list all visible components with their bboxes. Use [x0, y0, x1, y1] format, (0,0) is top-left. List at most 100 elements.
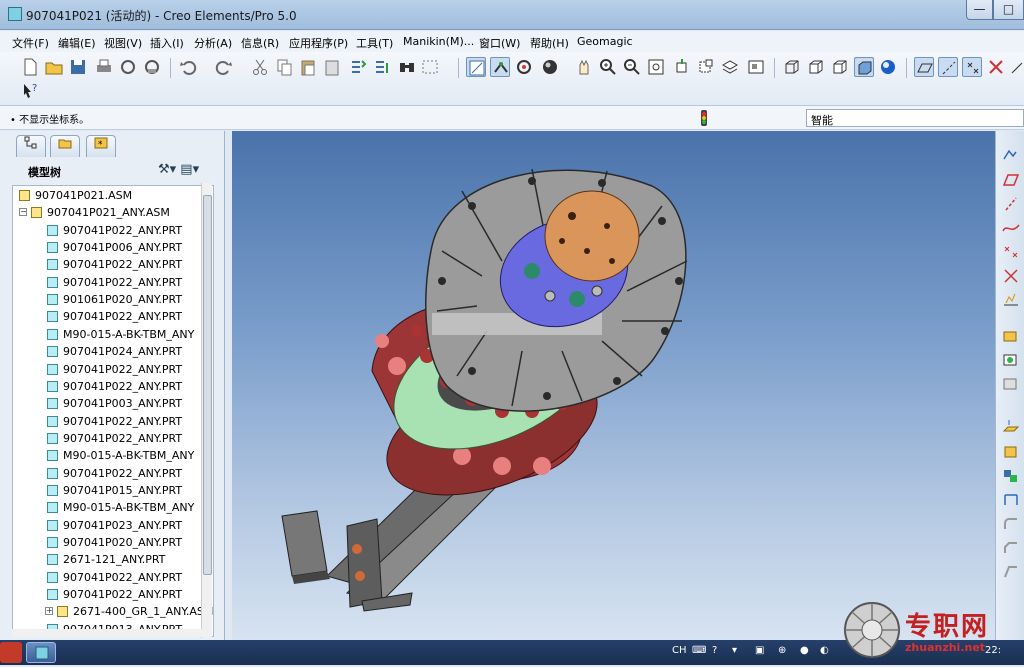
hole-icon[interactable] [1001, 491, 1021, 509]
tray-app-icon-3[interactable]: ● [800, 645, 809, 656]
tray-app-icon-1[interactable]: ▣ [755, 645, 764, 656]
system-clock[interactable]: 22: [985, 645, 1001, 656]
tree-item[interactable]: 907041P022_ANY.PRT [13, 413, 213, 430]
tree-item[interactable]: 907041P003_ANY.PRT [13, 395, 213, 412]
repeat-component-icon[interactable] [1001, 375, 1021, 393]
tree-expander-icon[interactable]: + [45, 607, 53, 616]
select-box-icon[interactable] [420, 57, 440, 77]
zoom-in-icon[interactable] [598, 57, 618, 77]
tree-item[interactable]: 907041P022_ANY.PRT [13, 465, 213, 482]
repaint-icon[interactable] [466, 57, 486, 77]
redo-icon[interactable] [214, 57, 234, 77]
regenerate-manager-icon[interactable] [372, 57, 392, 77]
assembly-3d-model[interactable] [232, 131, 995, 640]
tree-vertical-scrollbar[interactable] [201, 183, 212, 638]
tray-app-icon-2[interactable]: ⊕ [778, 645, 786, 656]
menu-edit[interactable]: 编辑(E) [58, 35, 96, 51]
extrude-icon[interactable] [1001, 419, 1021, 437]
tree-item[interactable]: 907041P021.ASM [13, 187, 213, 204]
datum-axes-icon[interactable] [938, 57, 958, 77]
tree-item[interactable]: 907041P020_ANY.PRT [13, 534, 213, 551]
tree-item[interactable]: 907041P022_ANY.PRT [13, 308, 213, 325]
zoom-out-icon[interactable] [622, 57, 642, 77]
cut-icon[interactable] [250, 57, 270, 77]
tree-item[interactable]: 907041P022_ANY.PRT [13, 378, 213, 395]
menu-info[interactable]: 信息(R) [241, 35, 279, 51]
tree-item[interactable]: 907041P006_ANY.PRT [13, 239, 213, 256]
menu-insert[interactable]: 插入(I) [150, 35, 184, 51]
revolve-icon[interactable] [1001, 443, 1021, 461]
folder-browser-tab[interactable] [50, 135, 80, 157]
no-hidden-icon[interactable] [830, 57, 850, 77]
round-icon[interactable] [1001, 515, 1021, 533]
tree-item[interactable]: 2671-121_ANY.PRT [13, 551, 213, 568]
tree-item[interactable]: 907041P022_ANY.PRT [13, 256, 213, 273]
chamfer-icon[interactable] [1001, 539, 1021, 557]
datum-planes-icon[interactable] [914, 57, 934, 77]
email-attach-icon[interactable] [142, 57, 162, 77]
datum-point-tool-icon[interactable] [1001, 243, 1021, 261]
orient-mode-icon[interactable] [514, 57, 534, 77]
wireframe-icon[interactable] [782, 57, 802, 77]
minimize-button[interactable]: — [966, 0, 993, 20]
tree-item[interactable]: +2671-400_GR_1_ANY.ASM [13, 603, 213, 620]
print-icon[interactable] [94, 57, 114, 77]
email-icon[interactable] [118, 57, 138, 77]
input-language-indicator[interactable]: CH [672, 645, 687, 656]
layers-icon[interactable] [720, 57, 740, 77]
help-tray-icon[interactable]: ? [712, 645, 717, 656]
paste-icon[interactable] [298, 57, 318, 77]
spin-center-icon[interactable] [490, 57, 510, 77]
copy-icon[interactable] [274, 57, 294, 77]
tray-dropdown-icon[interactable]: ▾ [732, 645, 737, 656]
datum-axis-tool-icon[interactable] [1001, 195, 1021, 213]
tray-app-icon-4[interactable]: ◐ [820, 645, 829, 656]
analysis-feature-icon[interactable] [1001, 291, 1021, 309]
menu-tools[interactable]: 工具(T) [356, 35, 393, 51]
enhanced-realism-icon[interactable] [878, 57, 898, 77]
regenerate-icon[interactable] [348, 57, 368, 77]
tree-horizontal-scrollbar[interactable] [12, 629, 202, 637]
menu-window[interactable]: 窗口(W) [479, 35, 520, 51]
selection-filter-dropdown[interactable]: 智能 [806, 109, 1024, 127]
create-component-icon[interactable] [1001, 351, 1021, 369]
appearance-ball-icon[interactable] [540, 57, 560, 77]
menu-view[interactable]: 视图(V) [104, 35, 142, 51]
tree-item[interactable]: 907041P022_ANY.PRT [13, 274, 213, 291]
tree-settings-icon[interactable]: ⚒▾ ▤▾ [158, 162, 199, 177]
model-tree-tab[interactable] [16, 135, 46, 157]
tree-item[interactable]: 907041P022_ANY.PRT [13, 586, 213, 603]
keyboard-icon[interactable]: ⌨ [692, 645, 706, 656]
saved-views-icon[interactable] [696, 57, 716, 77]
draft-icon[interactable] [1001, 563, 1021, 581]
sweep-icon[interactable] [1001, 467, 1021, 485]
refit-icon[interactable] [646, 57, 666, 77]
maximize-button[interactable]: □ [993, 0, 1024, 20]
more-datum-icon[interactable] [1010, 57, 1024, 77]
tree-item[interactable]: 901061P020_ANY.PRT [13, 291, 213, 308]
tree-item[interactable]: 907041P022_ANY.PRT [13, 569, 213, 586]
tree-item[interactable]: 907041P022_ANY.PRT [13, 361, 213, 378]
assemble-component-icon[interactable] [1001, 327, 1021, 345]
tree-item[interactable]: 907041P022_ANY.PRT [13, 222, 213, 239]
tree-item[interactable]: M90-015-A-BK-TBM_ANY [13, 447, 213, 464]
creo-taskbar-button[interactable] [26, 642, 56, 663]
menu-file[interactable]: 文件(F) [12, 35, 49, 51]
graphics-window[interactable] [232, 131, 995, 640]
save-icon[interactable] [68, 57, 88, 77]
datum-curve-tool-icon[interactable] [1001, 219, 1021, 237]
sketch-icon[interactable] [1001, 145, 1021, 163]
tree-expander-icon[interactable]: − [19, 208, 27, 217]
coordinate-system-tool-icon[interactable] [1001, 267, 1021, 285]
coordinate-systems-icon[interactable] [986, 57, 1006, 77]
menu-manikin[interactable]: Manikin(M)... [403, 35, 474, 48]
paste-special-icon[interactable] [322, 57, 342, 77]
view-manager-icon[interactable] [746, 57, 766, 77]
tree-item[interactable]: 907041P022_ANY.PRT [13, 430, 213, 447]
tree-item[interactable]: 907041P024_ANY.PRT [13, 343, 213, 360]
menu-geomagic[interactable]: Geomagic [577, 35, 633, 48]
find-icon[interactable] [397, 57, 417, 77]
menu-analysis[interactable]: 分析(A) [194, 35, 232, 51]
acrobat-taskbar-icon[interactable] [0, 642, 22, 663]
shading-icon[interactable] [854, 57, 874, 77]
